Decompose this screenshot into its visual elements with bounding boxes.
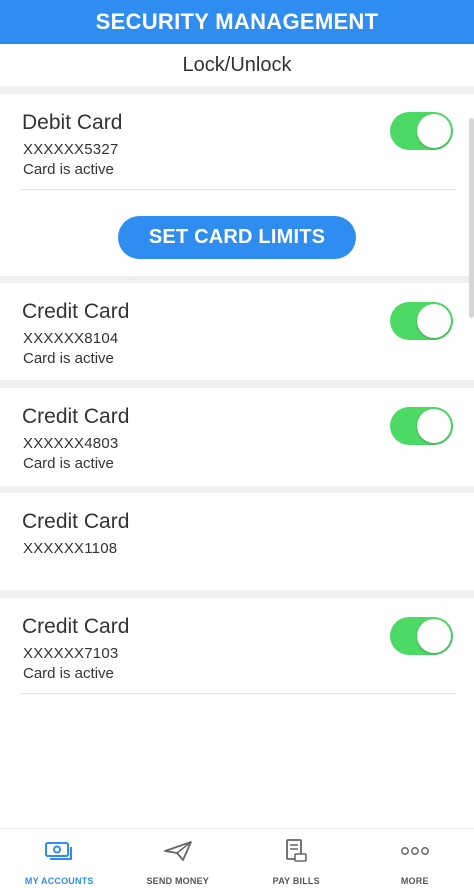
tab-label: MORE [400, 876, 429, 886]
paper-plane-icon [158, 839, 198, 863]
tab-label: SEND MONEY [146, 876, 209, 886]
card-title: Debit Card [22, 111, 123, 134]
scrollbar[interactable] [469, 118, 474, 318]
card-title: Credit Card [22, 300, 130, 323]
divider [0, 590, 474, 598]
toggle-knob [417, 619, 451, 653]
card-title: Credit Card [22, 405, 130, 428]
card-lock-toggle[interactable] [390, 302, 453, 340]
divider [0, 276, 474, 283]
more-dots-icon [395, 839, 435, 863]
divider [0, 86, 474, 94]
divider [21, 693, 456, 694]
card-item-credit: Credit Card XXXXXX1108 [0, 493, 474, 590]
divider [21, 189, 456, 190]
card-status: Card is active [23, 665, 114, 682]
bottom-tab-bar: MY ACCOUNTS SEND MONEY PAY BILLS MORE [0, 828, 474, 888]
bill-icon [276, 839, 316, 863]
section-subtitle: Lock/Unlock [0, 44, 474, 86]
toggle-knob [417, 409, 451, 443]
card-status: Card is active [23, 455, 114, 472]
card-lock-toggle[interactable] [390, 617, 453, 655]
card-number: XXXXXX4803 [23, 435, 119, 452]
card-status: Card is active [23, 161, 114, 178]
tab-my-accounts[interactable]: MY ACCOUNTS [0, 829, 119, 888]
toggle-knob [417, 114, 451, 148]
set-card-limits-button[interactable]: SET CARD LIMITS [118, 216, 356, 259]
card-number: XXXXXX5327 [23, 141, 119, 158]
tab-send-money[interactable]: SEND MONEY [119, 829, 238, 888]
card-lock-toggle[interactable] [390, 407, 453, 445]
card-number: XXXXXX7103 [23, 645, 119, 662]
divider [0, 486, 474, 493]
tab-label: MY ACCOUNTS [24, 876, 94, 886]
page-title: SECURITY MANAGEMENT [0, 0, 474, 44]
card-title: Credit Card [22, 510, 130, 533]
card-lock-toggle[interactable] [390, 112, 453, 150]
card-number: XXXXXX1108 [23, 540, 118, 557]
tab-pay-bills[interactable]: PAY BILLS [237, 829, 356, 888]
card-item-credit: Credit Card XXXXXX8104 Card is active [0, 283, 474, 380]
card-item-credit: Credit Card XXXXXX7103 Card is active [0, 598, 474, 708]
card-status: Card is active [23, 350, 114, 367]
card-item-credit: Credit Card XXXXXX4803 Card is active [0, 388, 474, 486]
toggle-knob [417, 304, 451, 338]
card-title: Credit Card [22, 615, 130, 638]
divider [0, 380, 474, 388]
tab-more[interactable]: MORE [356, 829, 474, 888]
money-icon [39, 839, 79, 863]
tab-label: PAY BILLS [272, 876, 320, 886]
card-number: XXXXXX8104 [23, 330, 119, 347]
